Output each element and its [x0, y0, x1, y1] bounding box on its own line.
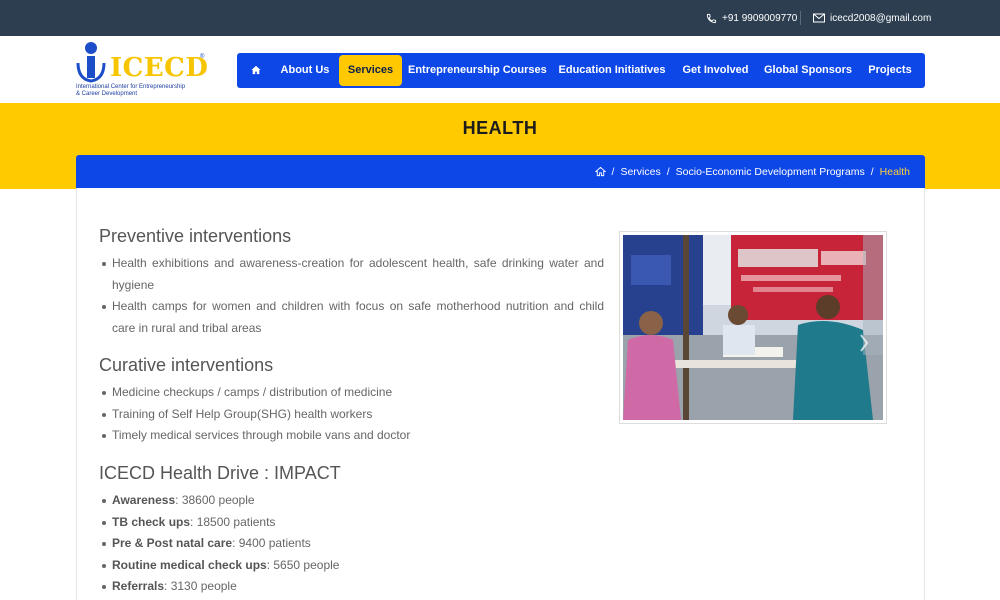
breadcrumb-separator: / [666, 165, 670, 178]
home-icon [251, 65, 261, 75]
logo-subtitle-line: & Career Development [76, 91, 138, 97]
phone-contact[interactable]: +91 9909009770 [706, 0, 797, 36]
main-navigation: About Us Services Entrepreneurship Cours… [237, 53, 925, 88]
registered-mark: ® [200, 54, 205, 60]
breadcrumb-separator: / [870, 165, 874, 178]
nav-services[interactable]: Services [339, 55, 402, 86]
page-title: HEALTH [462, 118, 538, 138]
breadcrumb-services[interactable]: Services [620, 166, 660, 178]
top-contact-bar: +91 9909009770 icecd2008@gmail.com [0, 0, 1000, 36]
list-item: TB check ups: 18500 patients [99, 512, 604, 534]
impact-value: : 18500 patients [190, 514, 276, 529]
breadcrumb: / Services / Socio-Economic Development … [594, 155, 910, 188]
impact-list: Awareness: 38600 people TB check ups: 18… [99, 490, 604, 598]
list-item: Awareness: 38600 people [99, 490, 604, 512]
curative-list: Medicine checkups / camps / distribution… [99, 382, 604, 447]
list-item: Training of Self Help Group(SHG) health … [99, 404, 604, 426]
topbar-divider [800, 11, 801, 25]
nav-about-us[interactable]: About Us [275, 53, 335, 88]
impact-label: Referrals [112, 579, 165, 593]
impact-value: : 38600 people [175, 493, 255, 507]
nav-entrepreneurship-courses[interactable]: Entrepreneurship Courses [408, 53, 547, 88]
breadcrumb-bar: / Services / Socio-Economic Development … [76, 155, 925, 188]
envelope-icon [813, 13, 825, 23]
nav-get-involved[interactable]: Get Involved [679, 53, 752, 88]
health-camp-illustration [623, 235, 883, 420]
impact-label: TB check ups [112, 514, 191, 529]
email-address: icecd2008@gmail.com [830, 12, 932, 24]
phone-number: +91 9909009770 [722, 12, 798, 24]
impact-label: Awareness [112, 493, 176, 507]
home-icon[interactable] [594, 166, 606, 177]
breadcrumb-socio-economic[interactable]: Socio-Economic Development Programs [676, 166, 865, 178]
site-header: ICECD ® International Center for Entrepr… [0, 36, 1000, 103]
logo-wordmark: ICECD [110, 53, 209, 83]
icecd-logo[interactable]: ICECD ® International Center for Entrepr… [76, 39, 216, 101]
health-camp-photo [619, 231, 887, 424]
breadcrumb-current: Health [879, 165, 910, 178]
list-item: Routine medical check ups: 5650 people [99, 555, 604, 577]
list-item: Timely medical services through mobile v… [99, 425, 604, 447]
impact-label: Routine medical check ups [112, 557, 267, 572]
preventive-list: Health exhibitions and awareness-creatio… [99, 253, 604, 339]
breadcrumb-separator: / [611, 165, 615, 178]
logo-emblem-icon [76, 42, 106, 83]
impact-value: : 9400 patients [232, 536, 311, 550]
logo-subtitle: International Center for Entrepreneurshi… [76, 84, 216, 98]
section-title-preventive: Preventive interventions [99, 226, 292, 246]
impact-value: : 5650 people [266, 557, 340, 572]
nav-home[interactable] [245, 53, 267, 88]
nav-education-initiatives[interactable]: Education Initiatives [556, 53, 668, 88]
list-item: Health camps for women and children with… [99, 296, 604, 339]
impact-value: : 3130 people [164, 579, 237, 593]
section-title-curative: Curative interventions [99, 355, 274, 375]
section-title-impact: ICECD Health Drive : IMPACT [99, 463, 341, 483]
list-item: Medicine checkups / camps / distribution… [99, 382, 604, 404]
nav-projects[interactable]: Projects [864, 53, 916, 88]
impact-label: Pre & Post natal care [112, 536, 233, 550]
nav-global-sponsors[interactable]: Global Sponsors [762, 53, 854, 88]
list-item: Health exhibitions and awareness-creatio… [99, 253, 604, 296]
logo-subtitle-line: International Center for Entrepreneurshi… [76, 84, 186, 90]
list-item: Referrals: 3130 people [99, 576, 604, 598]
list-item: Pre & Post natal care: 9400 patients [99, 533, 604, 555]
email-contact[interactable]: icecd2008@gmail.com [813, 0, 931, 36]
phone-icon [706, 13, 717, 23]
